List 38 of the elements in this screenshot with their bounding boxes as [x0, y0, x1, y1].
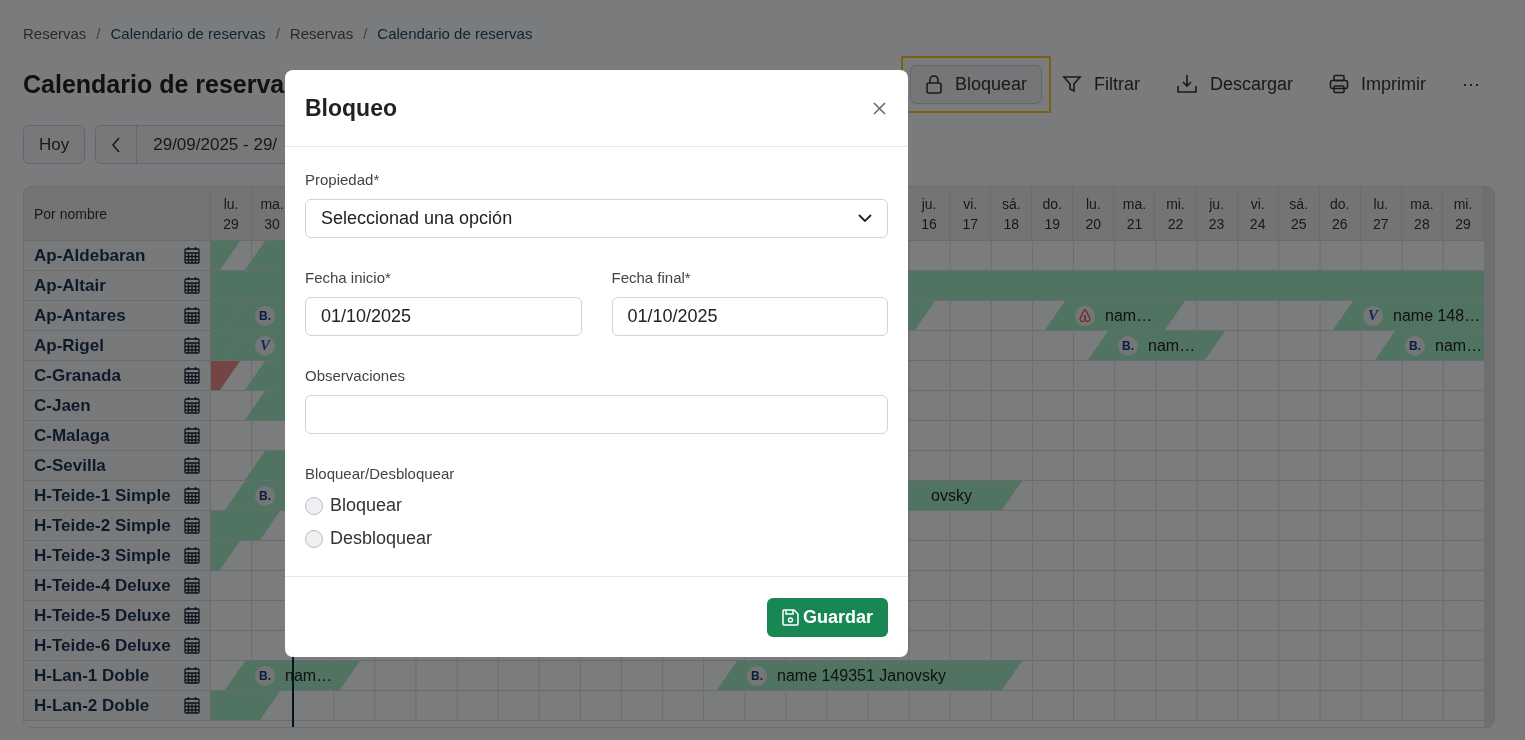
day-header: ju. 23: [1196, 187, 1238, 240]
day-header: lu. 29: [211, 187, 253, 240]
field-label: Propiedad*: [305, 171, 381, 188]
modal-title: Bloqueo: [305, 94, 397, 122]
day-header: ma. 21: [1114, 187, 1156, 240]
guest-name: nam…: [1105, 306, 1153, 325]
guest-name: ovsky: [931, 486, 972, 505]
page-title: Calendario de reserva: [23, 69, 286, 99]
day-header: lu. 20: [1073, 187, 1115, 240]
breadcrumb-separator: /: [363, 24, 368, 42]
field-label: Bloquear/Desbloquear: [305, 465, 456, 482]
field-label: Fecha inicio*: [305, 269, 392, 286]
booking-logo: B.: [255, 665, 275, 686]
day-header: do. 26: [1319, 187, 1361, 240]
booking-logo: B.: [1118, 335, 1138, 356]
day-header: ju. 16: [909, 187, 951, 240]
day-header: ma. 28: [1401, 187, 1443, 240]
day-header: sá. 18: [991, 187, 1033, 240]
vrbo-logo: V: [255, 335, 275, 356]
breadcrumb-separator: /: [96, 24, 101, 42]
booking-logo: B.: [255, 485, 275, 506]
day-header: lu. 27: [1360, 187, 1402, 240]
field-label: Fecha final*: [611, 269, 692, 286]
guest-name: name 148…: [1393, 306, 1481, 325]
day-header: do. 19: [1032, 187, 1074, 240]
field-label: Observaciones: [305, 367, 407, 384]
day-header: vi. 17: [950, 187, 992, 240]
booking-logo: B.: [255, 305, 275, 326]
booking-logo: B.: [747, 665, 767, 686]
vrbo-logo: V: [1363, 305, 1383, 326]
guest-name: nam…: [1435, 336, 1483, 355]
booking-logo: B.: [1405, 335, 1425, 356]
day-header: sá. 25: [1278, 187, 1320, 240]
breadcrumb-separator: /: [275, 24, 280, 42]
day-header: mi. 22: [1155, 187, 1197, 240]
guest-name: nam…: [1148, 336, 1196, 355]
day-header: vi. 24: [1237, 187, 1279, 240]
guest-name: name 149351 Janovsky: [777, 666, 946, 685]
